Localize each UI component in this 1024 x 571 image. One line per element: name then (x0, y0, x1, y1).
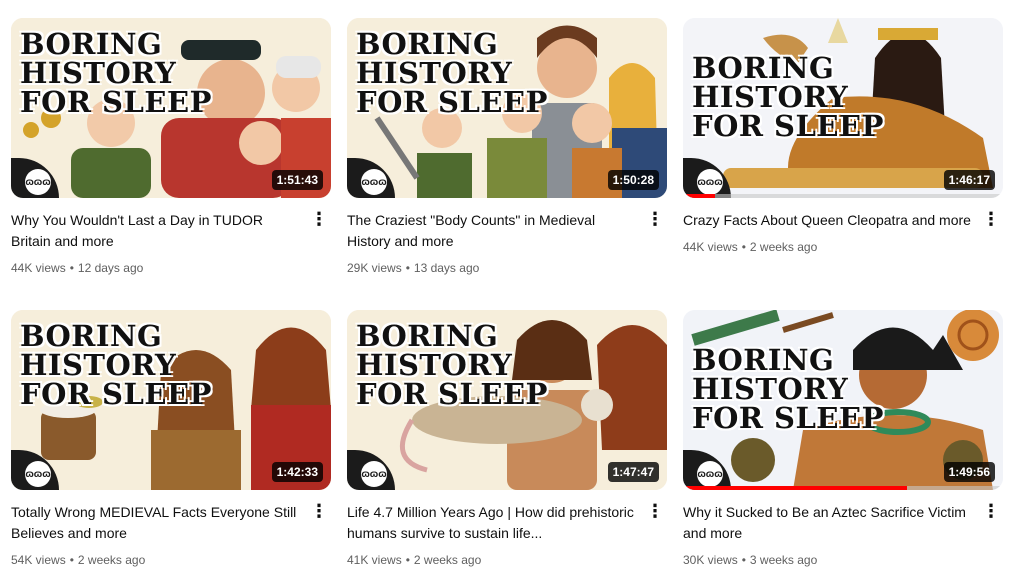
duration-badge: 1:46:17 (943, 170, 995, 190)
video-stats: 41K views • 2 weeks ago (347, 553, 637, 567)
video-thumbnail[interactable]: BORING HISTORY FOR SLEEP ɷɷɷ 1:46:17 (683, 18, 1003, 198)
video-stats: 54K views • 2 weeks ago (11, 553, 301, 567)
upload-age: 2 weeks ago (749, 240, 818, 254)
video-card[interactable]: BORING HISTORY FOR SLEEP ɷɷɷ 1:49:56 Why… (683, 310, 1003, 567)
video-card[interactable]: BORING HISTORY FOR SLEEP ɷɷɷ 1:46:17 Cra… (683, 18, 1003, 254)
separator: • (69, 261, 74, 275)
separator: • (405, 261, 410, 275)
video-title[interactable]: Why it Sucked to Be an Aztec Sacrifice V… (683, 502, 973, 544)
video-stats: 29K views • 13 days ago (347, 261, 637, 275)
more-options-icon[interactable]: ⋮ (309, 502, 329, 526)
thumbnail-title-art: BORING HISTORY FOR SLEEP (692, 51, 884, 143)
upload-age: 3 weeks ago (749, 553, 818, 567)
separator: • (741, 553, 746, 567)
view-count: 41K views (347, 553, 402, 567)
video-thumbnail[interactable]: BORING HISTORY FOR SLEEP ɷɷɷ 1:49:56 (683, 310, 1003, 490)
video-stats: 30K views • 3 weeks ago (683, 553, 973, 567)
video-title[interactable]: Totally Wrong MEDIEVAL Facts Everyone St… (11, 502, 301, 544)
upload-age: 2 weeks ago (413, 553, 482, 567)
video-card[interactable]: BORING HISTORY FOR SLEEP ɷɷɷ 1:42:33 Tot… (11, 310, 331, 567)
progress-track (683, 194, 1003, 198)
watch-progress-bar (683, 194, 715, 198)
more-options-icon[interactable]: ⋮ (981, 210, 1001, 234)
video-stats: 44K views • 2 weeks ago (683, 240, 973, 254)
view-count: 54K views (11, 553, 66, 567)
thumbnail-title-art: BORING HISTORY FOR SLEEP (20, 27, 212, 119)
more-options-icon[interactable]: ⋮ (645, 210, 665, 234)
video-title[interactable]: Crazy Facts About Queen Cleopatra and mo… (683, 210, 973, 231)
video-thumbnail[interactable]: BORING HISTORY FOR SLEEP ɷɷɷ 1:50:28 (347, 18, 667, 198)
upload-age: 13 days ago (413, 261, 480, 275)
thumbnail-title-art: BORING HISTORY FOR SLEEP (356, 27, 548, 119)
video-thumbnail[interactable]: BORING HISTORY FOR SLEEP ɷɷɷ 1:47:47 (347, 310, 667, 490)
duration-badge: 1:51:43 (271, 170, 323, 190)
separator: • (69, 553, 74, 567)
video-card[interactable]: BORING HISTORY FOR SLEEP ɷɷɷ 1:51:43 Why… (11, 18, 331, 275)
video-thumbnail[interactable]: BORING HISTORY FOR SLEEP ɷɷɷ 1:42:33 (11, 310, 331, 490)
duration-badge: 1:47:47 (607, 462, 659, 482)
video-card[interactable]: BORING HISTORY FOR SLEEP ɷɷɷ 1:47:47 Lif… (347, 310, 667, 567)
more-options-icon[interactable]: ⋮ (981, 502, 1001, 526)
upload-age: 2 weeks ago (77, 553, 146, 567)
more-options-icon[interactable]: ⋮ (309, 210, 329, 234)
thumbnail-title-art: BORING HISTORY FOR SLEEP (356, 319, 548, 411)
thumbnail-title-art: BORING HISTORY FOR SLEEP (20, 319, 212, 411)
watch-progress-bar (683, 486, 907, 490)
video-card[interactable]: BORING HISTORY FOR SLEEP ɷɷɷ 1:50:28 The… (347, 18, 667, 275)
separator: • (405, 553, 410, 567)
video-thumbnail[interactable]: BORING HISTORY FOR SLEEP ɷɷɷ 1:51:43 (11, 18, 331, 198)
video-title[interactable]: Life 4.7 Million Years Ago | How did pre… (347, 502, 637, 544)
more-options-icon[interactable]: ⋮ (645, 502, 665, 526)
duration-badge: 1:42:33 (271, 462, 323, 482)
upload-age: 12 days ago (77, 261, 144, 275)
thumbnail-title-art: BORING HISTORY FOR SLEEP (692, 343, 884, 435)
video-title[interactable]: Why You Wouldn't Last a Day in TUDOR Bri… (11, 210, 301, 252)
video-stats: 44K views • 12 days ago (11, 261, 301, 275)
view-count: 30K views (683, 553, 738, 567)
view-count: 29K views (347, 261, 402, 275)
separator: • (741, 240, 746, 254)
view-count: 44K views (11, 261, 66, 275)
duration-badge: 1:50:28 (607, 170, 659, 190)
view-count: 44K views (683, 240, 738, 254)
video-title[interactable]: The Craziest "Body Counts" in Medieval H… (347, 210, 637, 252)
duration-badge: 1:49:56 (943, 462, 995, 482)
